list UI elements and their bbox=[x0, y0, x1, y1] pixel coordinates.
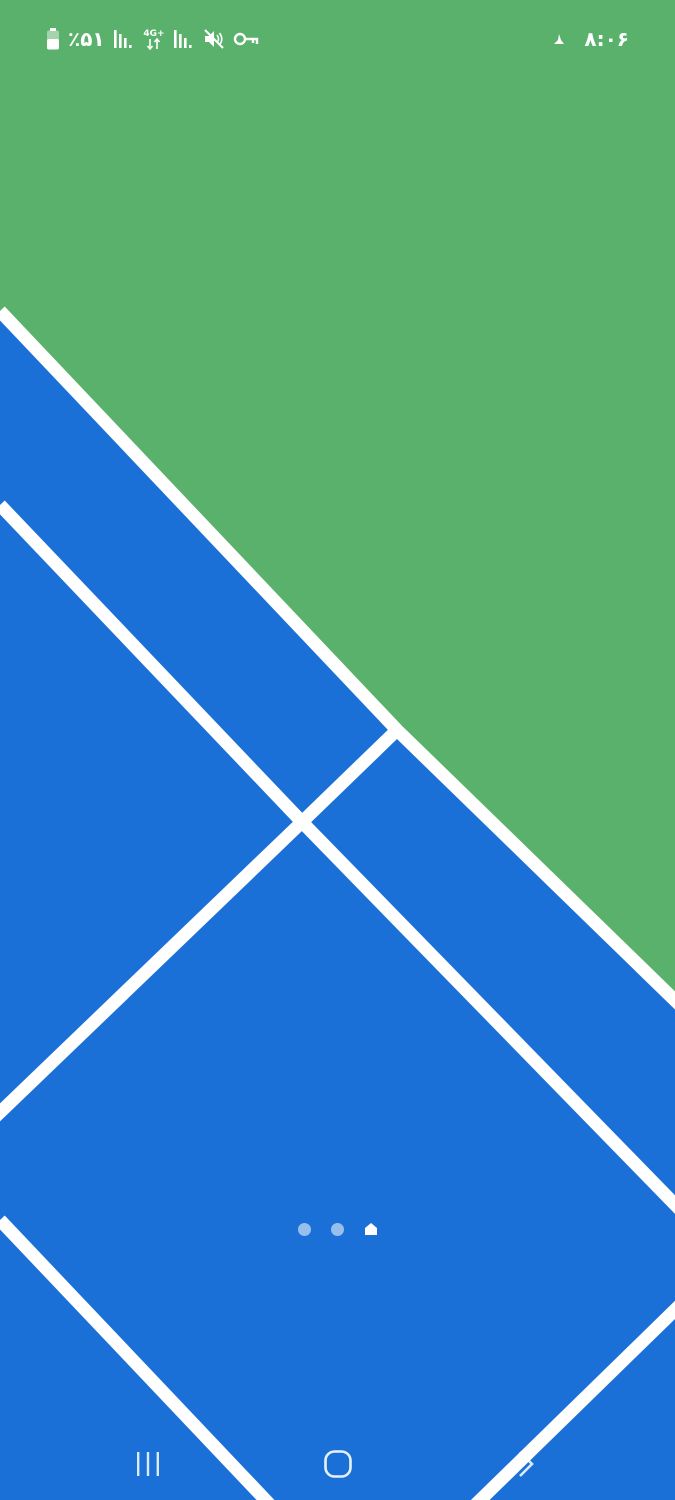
home-icon bbox=[323, 1449, 353, 1479]
page-dot[interactable] bbox=[330, 1222, 344, 1236]
mute-icon bbox=[203, 28, 225, 50]
clock: ۸:۰۶ bbox=[584, 27, 629, 51]
home-page-indicator[interactable] bbox=[364, 1222, 378, 1236]
signal-icon bbox=[173, 28, 195, 50]
vpn-key-icon bbox=[233, 28, 259, 50]
recent-apps-button[interactable] bbox=[118, 1444, 178, 1484]
page-dot[interactable] bbox=[297, 1222, 311, 1236]
back-icon bbox=[513, 1449, 537, 1479]
home-button[interactable] bbox=[308, 1444, 368, 1484]
recent-apps-icon bbox=[134, 1451, 162, 1477]
home-screen: ٪۵۱ 4G+ ۸:۰۶ bbox=[0, 0, 675, 1500]
status-bar-right: ۸:۰۶ bbox=[552, 26, 629, 52]
battery-percentage: ٪۵۱ bbox=[68, 27, 105, 51]
wallpaper bbox=[0, 0, 675, 1500]
battery-icon bbox=[46, 28, 60, 50]
network-4g-plus-icon: 4G+ bbox=[143, 27, 165, 51]
navigation-bar bbox=[0, 1424, 675, 1500]
back-button[interactable] bbox=[495, 1444, 555, 1484]
notification-icon bbox=[552, 32, 566, 46]
page-indicator bbox=[0, 1216, 675, 1242]
signal-icon bbox=[113, 28, 135, 50]
status-bar-left: ٪۵۱ 4G+ bbox=[46, 26, 259, 52]
network-type-label: 4G+ bbox=[143, 29, 164, 39]
status-bar: ٪۵۱ 4G+ ۸:۰۶ bbox=[0, 0, 675, 80]
